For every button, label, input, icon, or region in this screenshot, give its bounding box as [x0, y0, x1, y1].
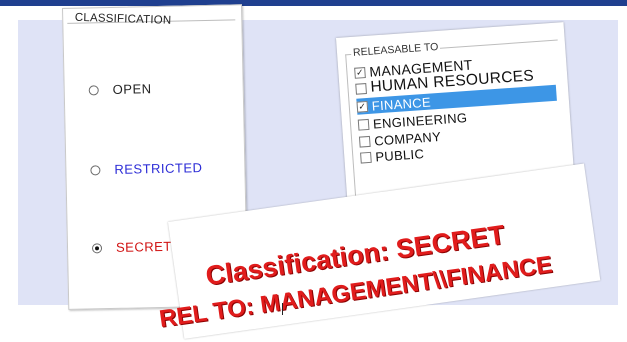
radio-label-restricted: RESTRICTED	[114, 160, 203, 177]
checkbox-icon[interactable]	[355, 82, 367, 95]
checkbox-checked-icon[interactable]: ✓	[354, 66, 366, 79]
classification-title: CLASSIFICATION	[74, 11, 172, 27]
releasable-label: PUBLIC	[374, 145, 425, 165]
radio-button-selected-icon[interactable]	[91, 242, 103, 253]
radio-button-icon[interactable]	[90, 164, 101, 175]
checkbox-icon[interactable]	[360, 151, 372, 164]
radio-option-restricted[interactable]: RESTRICTED	[90, 160, 203, 177]
checkbox-checked-icon[interactable]: ✓	[356, 100, 369, 113]
text-cursor-icon	[282, 303, 283, 315]
radio-option-open[interactable]: OPEN	[88, 81, 152, 97]
radio-label-secret: SECRET	[115, 238, 172, 255]
top-accent-bar	[0, 0, 627, 6]
radio-label-open: OPEN	[112, 81, 152, 97]
checkbox-icon[interactable]	[357, 118, 370, 131]
radio-option-secret[interactable]: SECRET	[91, 238, 172, 256]
radio-button-icon[interactable]	[88, 84, 99, 95]
checkbox-icon[interactable]	[358, 135, 371, 148]
